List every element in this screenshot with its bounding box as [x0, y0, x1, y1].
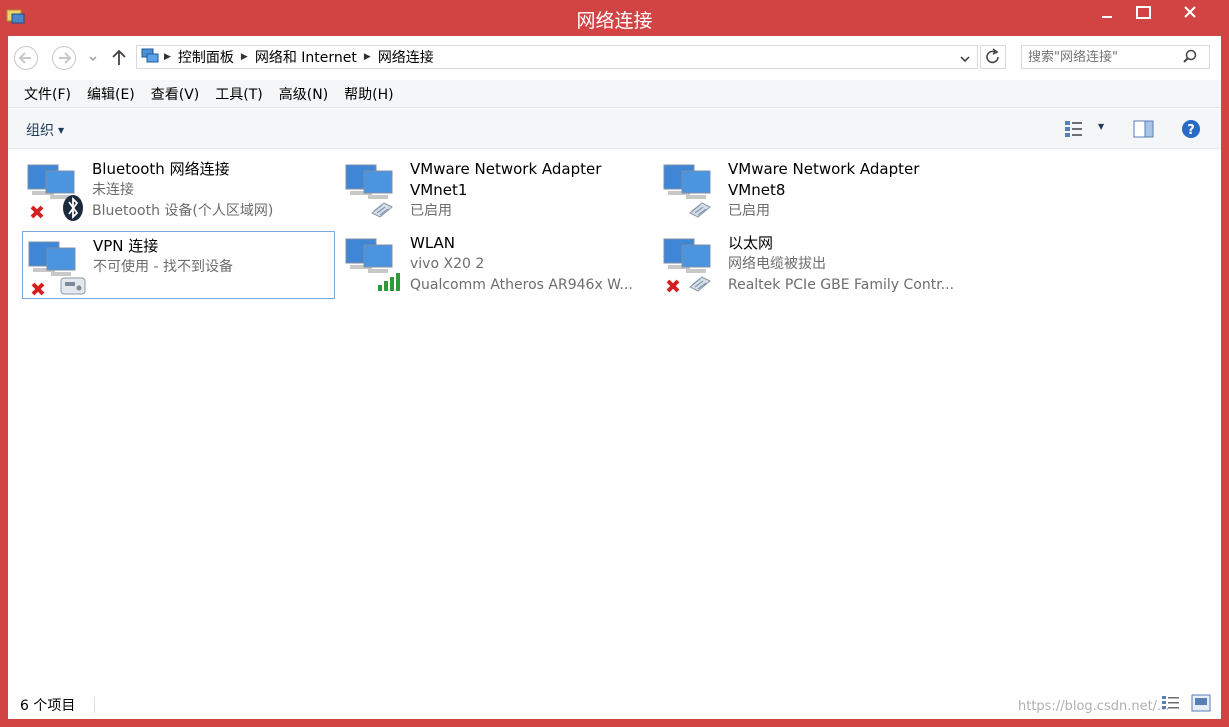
- menu-bar: 文件(F) 编辑(E) 查看(V) 工具(T) 高级(N) 帮助(H): [8, 80, 1221, 108]
- connection-name: VPN 连接: [93, 237, 159, 255]
- window-title: 网络连接: [576, 10, 653, 32]
- wifi-network-icon: [344, 235, 404, 295]
- connection-name: 以太网: [728, 234, 774, 252]
- command-bar: 组织 ▼ ▼ ?: [8, 109, 1221, 149]
- explorer-client: ▶ 控制面板 ▶ 网络和 Internet ▶ 网络连接 搜索"网络连接" 文件…: [8, 36, 1221, 719]
- connection-status: 不可使用 - 找不到设备: [93, 259, 233, 275]
- menu-help[interactable]: 帮助(H): [336, 84, 401, 104]
- connection-device: Qualcomm Atheros AR946x W...: [410, 277, 633, 293]
- change-view-icon[interactable]: [1064, 120, 1086, 142]
- minimize-button[interactable]: [1090, 0, 1124, 28]
- chevron-right-icon[interactable]: ▶: [362, 52, 373, 62]
- breadcrumb-control-panel[interactable]: 控制面板: [173, 47, 239, 67]
- ethernet-network-icon: [662, 161, 722, 221]
- connection-name: VMware Network Adapter: [410, 160, 602, 178]
- window: 网络连接 ▶ 控制面板 ▶ 网络和 Internet ▶ 网络连接 搜索"网络连…: [0, 0, 1229, 727]
- details-view-icon[interactable]: [1161, 694, 1181, 716]
- control-panel-icon: [137, 47, 162, 67]
- chevron-right-icon[interactable]: ▶: [162, 52, 173, 62]
- minimize-icon: [1102, 16, 1112, 18]
- breadcrumb-network-connections[interactable]: 网络连接: [373, 47, 439, 67]
- up-arrow-icon: [112, 49, 126, 65]
- caret-down-icon[interactable]: ▼: [1098, 122, 1104, 131]
- address-bar[interactable]: ▶ 控制面板 ▶ 网络和 Internet ▶ 网络连接: [136, 45, 978, 69]
- help-icon[interactable]: ?: [1181, 119, 1201, 143]
- search-box[interactable]: [1021, 45, 1210, 69]
- refresh-icon: [986, 48, 999, 64]
- maximize-icon: [1136, 6, 1151, 19]
- connection-bluetooth[interactable]: Bluetooth 网络连接 未连接 Bluetooth 设备(个人区域网): [22, 155, 334, 223]
- close-button[interactable]: [1166, 0, 1214, 28]
- back-button[interactable]: [13, 45, 39, 71]
- large-icons-view-icon[interactable]: [1191, 694, 1211, 716]
- ethernet-network-icon: [662, 235, 722, 295]
- search-icon[interactable]: [1182, 49, 1198, 69]
- connection-name: Bluetooth 网络连接: [92, 160, 230, 178]
- item-count: 6 个项目: [20, 698, 76, 714]
- title-bar[interactable]: 网络连接: [0, 0, 1229, 36]
- ethernet-network-icon: [344, 161, 404, 221]
- watermark-text: https://blog.csdn.net/...: [1018, 699, 1170, 714]
- connection-status: 网络电缆被拔出: [728, 256, 826, 272]
- back-arrow-icon: [14, 46, 38, 70]
- menu-edit[interactable]: 编辑(E): [79, 84, 143, 104]
- status-divider: [94, 697, 95, 713]
- chevron-down-icon: [89, 56, 97, 62]
- connection-ethernet[interactable]: 以太网 网络电缆被拔出 Realtek PCIe GBE Family Cont…: [658, 229, 970, 297]
- connection-status: vivo X20 2: [410, 256, 485, 272]
- connection-device: 已启用: [410, 203, 452, 219]
- connection-status: VMnet8: [728, 181, 786, 199]
- address-row: ▶ 控制面板 ▶ 网络和 Internet ▶ 网络连接: [8, 36, 1221, 80]
- bluetooth-network-icon: [26, 161, 86, 221]
- connection-vmnet1[interactable]: VMware Network Adapter VMnet1 已启用: [340, 155, 652, 223]
- connection-wlan[interactable]: WLAN vivo X20 2 Qualcomm Atheros AR946x …: [340, 229, 652, 297]
- connection-name: VMware Network Adapter: [728, 160, 920, 178]
- connection-vpn[interactable]: VPN 连接 不可使用 - 找不到设备: [22, 231, 335, 299]
- breadcrumb-network-internet[interactable]: 网络和 Internet: [250, 47, 362, 67]
- forward-arrow-icon: [52, 46, 76, 70]
- caret-down-icon: ▼: [58, 126, 65, 135]
- svg-text:?: ?: [1187, 123, 1195, 138]
- recent-locations-button[interactable]: [86, 45, 100, 71]
- search-input[interactable]: [1028, 48, 1178, 66]
- connection-device: 已启用: [728, 203, 770, 219]
- connections-list: Bluetooth 网络连接 未连接 Bluetooth 设备(个人区域网) V…: [8, 149, 1221, 689]
- close-icon: [1184, 6, 1196, 18]
- connection-status: 未连接: [92, 182, 134, 198]
- chevron-right-icon[interactable]: ▶: [239, 52, 250, 62]
- connection-status: VMnet1: [410, 181, 468, 199]
- connection-name: WLAN: [410, 234, 456, 252]
- refresh-button[interactable]: [980, 45, 1006, 69]
- menu-file[interactable]: 文件(F): [16, 84, 79, 104]
- connection-device: Realtek PCIe GBE Family Contr...: [728, 277, 955, 293]
- maximize-button[interactable]: [1126, 0, 1160, 28]
- preview-pane-icon[interactable]: [1133, 120, 1155, 142]
- chevron-down-icon[interactable]: [959, 52, 971, 68]
- organize-label: 组织: [26, 123, 54, 139]
- up-button[interactable]: [108, 45, 130, 71]
- connection-device: Bluetooth 设备(个人区域网): [92, 203, 274, 219]
- menu-tools[interactable]: 工具(T): [207, 84, 270, 104]
- forward-button[interactable]: [51, 45, 77, 71]
- menu-view[interactable]: 查看(V): [143, 84, 208, 104]
- menu-advanced[interactable]: 高级(N): [271, 84, 336, 104]
- status-bar: 6 个项目 https://blog.csdn.net/...: [8, 689, 1221, 719]
- organize-button[interactable]: 组织 ▼: [26, 120, 64, 140]
- vpn-network-icon: [27, 238, 87, 298]
- connection-vmnet8[interactable]: VMware Network Adapter VMnet8 已启用: [658, 155, 970, 223]
